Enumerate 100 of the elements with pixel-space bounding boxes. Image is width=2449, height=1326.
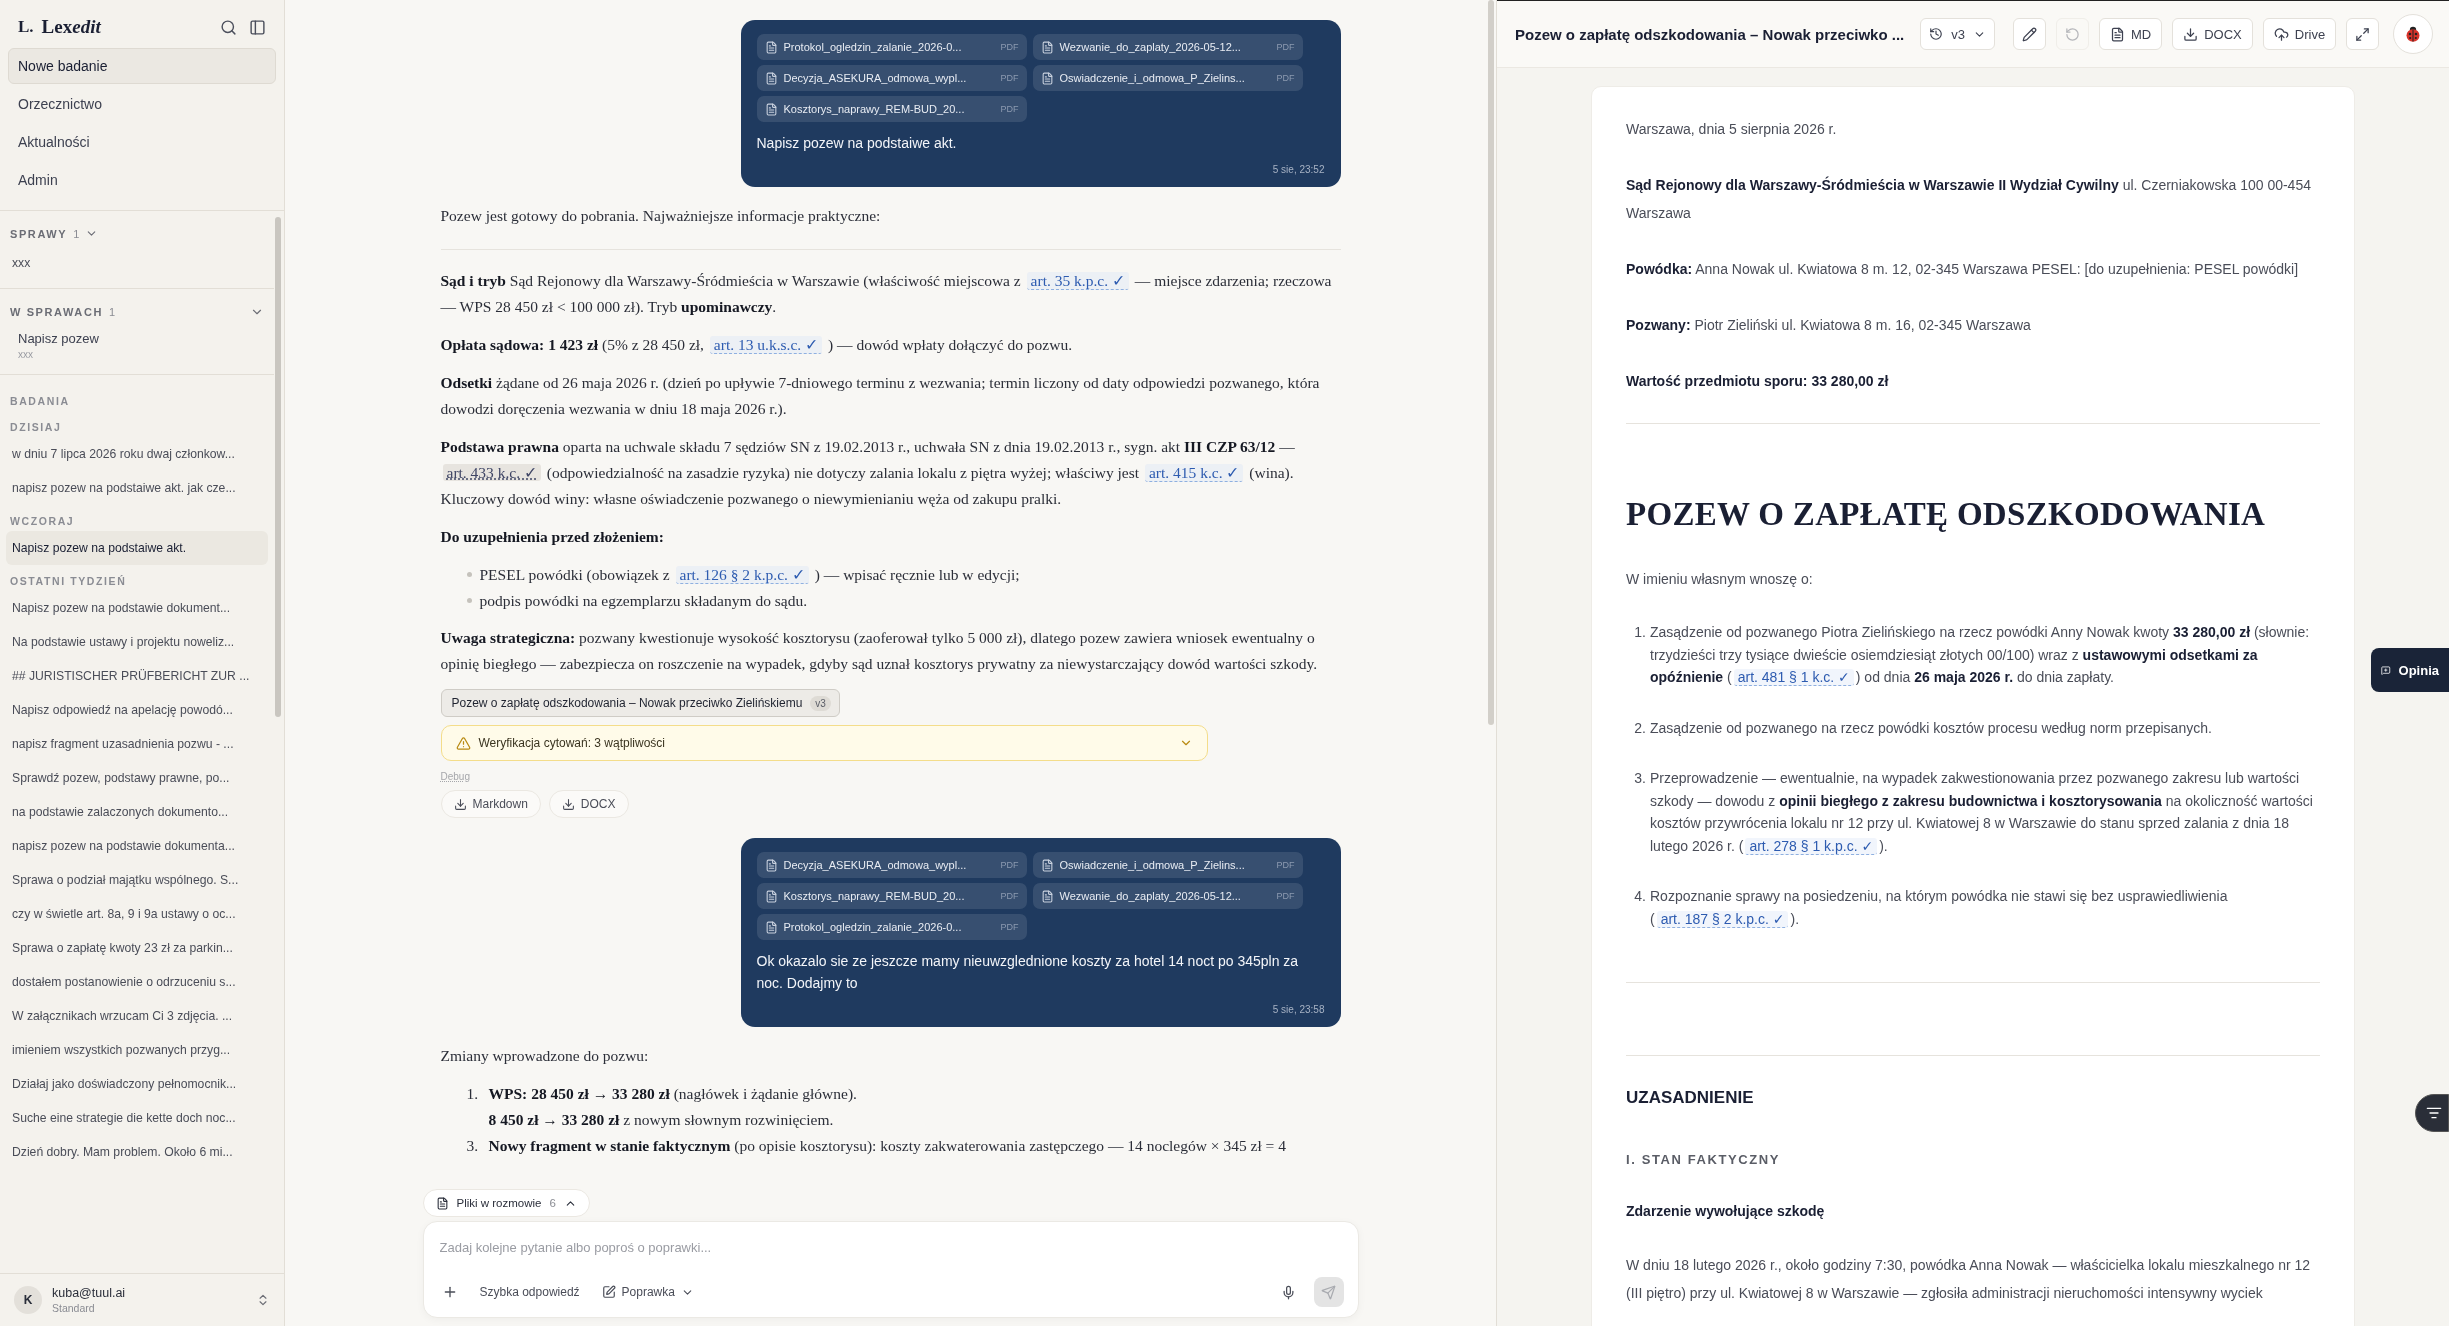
history-item[interactable]: Działaj jako doświadczony pełnomocnik...: [6, 1067, 268, 1101]
history-item[interactable]: w dniu 7 lipca 2026 roku dwaj członkow...: [6, 437, 268, 471]
attachment-chip[interactable]: Wezwanie_do_zaplaty_2026-05-12... PDF: [1032, 34, 1303, 60]
edit-button[interactable]: [2013, 18, 2046, 50]
message-time: 5 sie, 23:52: [1272, 164, 1325, 175]
section-heading: UZASADNIENIE: [1626, 1088, 1755, 1108]
history-item[interactable]: ## JURISTISCHER PRÜFBERICHT ZUR ...: [6, 659, 268, 693]
undo-icon: [2065, 26, 2080, 42]
history-item[interactable]: imieniem wszystkich pozwanych przyg...: [6, 1033, 268, 1067]
history-item[interactable]: Napisz pozew na podstaiwe akt.: [6, 531, 268, 565]
file-icon: [1040, 889, 1054, 903]
message-time: 5 sie, 23:58: [1272, 1004, 1325, 1015]
bug-report-button[interactable]: [2393, 14, 2434, 54]
subheading: Zdarzenie wywołujące szkodę: [1626, 1203, 1826, 1219]
edit-icon: [601, 1285, 616, 1299]
attachment-chip[interactable]: Oswiadczenie_i_odmowa_P_Zielins... PDF: [1032, 65, 1303, 91]
attachment-chip[interactable]: Wezwanie_do_zaplaty_2026-05-12... PDF: [1032, 883, 1303, 909]
download-button[interactable]: Markdown: [440, 790, 541, 818]
heading: Do uzupełnienia przed złożeniem:: [440, 527, 665, 547]
history-item[interactable]: W załącznikach wrzucam Ci 3 zdjęcia. ...: [6, 999, 268, 1033]
docx-button[interactable]: DOCX: [2172, 18, 2253, 50]
history-item[interactable]: Sprawa o podział majątku wspólnego. S...: [6, 863, 268, 897]
download-button[interactable]: DOCX: [548, 790, 629, 818]
file-icon: [764, 889, 778, 903]
citation-link[interactable]: art. 481 § 1 k.c. ✓: [1733, 669, 1854, 686]
attachment-chip[interactable]: Oswiadczenie_i_odmowa_P_Zielins... PDF: [1032, 852, 1303, 878]
history-item[interactable]: czy w świetle art. 8a, 9 i 9a ustawy o oc...: [6, 897, 268, 931]
paragraph: Sąd Rejonowy dla Warszawy-Śródmieścia w Warszawie II Wydział Cywilny ul. Czerniakowska 100 00-454 Warszawa: [1626, 175, 2312, 223]
attachment-chip[interactable]: Kosztorys_naprawy_REM-BUD_20... PDF: [756, 883, 1027, 909]
files-button[interactable]: Pliki w rozmowie 6: [422, 1189, 590, 1217]
version-dropdown[interactable]: v3: [1920, 18, 1995, 50]
case-item[interactable]: Napisz pozew xxx: [0, 325, 117, 366]
citation-link[interactable]: art. 13 u.k.s.c. ✓: [709, 336, 823, 354]
history-item[interactable]: dostałem postanowienie o odrzuceniu s...: [6, 965, 268, 999]
message-input[interactable]: Zadaj kolejne pytanie albo poproś o poprawki...: [437, 1236, 1344, 1259]
history-item[interactable]: napisz pozew na podstawie dokumenta...: [6, 829, 268, 863]
document-chip[interactable]: Pozew o zapłatę odszkodowania – Nowak przeciwko Zielińskiemu v3: [440, 689, 840, 717]
history-item[interactable]: na podstawie zalaczonych dokumento...: [6, 795, 268, 829]
history-item[interactable]: napisz pozew na podstaiwe akt. jak cze...: [6, 471, 268, 505]
attachment-chip[interactable]: Decyzja_ASEKURA_odmowa_wypl... PDF: [756, 65, 1027, 91]
attachment-chip[interactable]: Protokol_ogledzin_zalanie_2026-0... PDF: [756, 914, 1027, 940]
file-icon: [764, 71, 778, 85]
message-text: Napisz pozew na podstaiwe akt.: [756, 134, 958, 153]
citation-link[interactable]: art. 35 k.p.c. ✓: [1026, 272, 1129, 290]
history-item[interactable]: Na podstawie ustawy i projektu noweliz...: [6, 625, 268, 659]
document-title: POZEW O ZAPŁATĘ ODSZKODOWANIA: [1626, 496, 2267, 533]
quick-reply-button[interactable]: Szybka odpowiedź: [475, 1281, 584, 1303]
citation-link[interactable]: art. 415 k.c. ✓: [1144, 464, 1244, 482]
citation-link[interactable]: art. 433 k.c. ✓: [442, 464, 541, 481]
section-label: BADANIA: [9, 394, 71, 409]
scrollbar[interactable]: [275, 217, 281, 717]
paragraph: Odsetki żądane od 26 maja 2026 r. (dzień po upływie 7-dniowego terminu z wezwania; termin liczony od daty odpowiedzi pozwanego, która dowodzi doręczenia wezwania w dniu 18 maja 2026 r.).: [440, 373, 1321, 419]
attachment-chip[interactable]: Kosztorys_naprawy_REM-BUD_20... PDF: [756, 96, 1027, 122]
verification-banner[interactable]: Weryfikacja cytowań: 3 wątpliwości: [440, 725, 1208, 761]
list-item: Rozpoznanie sprawy na posiedzeniu, na którym powódka nie stawi się bez usprawiedliwienia ( art. 187 § 2 k.p.c. ✓ ).: [1650, 887, 2229, 930]
history-item[interactable]: Sprawdź pozew, podstawy prawne, po...: [6, 761, 268, 795]
paragraph: W dniu 18 lutego 2026 r., około godziny 7:30, powódka Anna Nowak — właścicielka lokalu mieszkalnego nr 12 (III piętro) przy ul. Kwiatowej 8 w Warszawie — zgłosiła administracji nieruchomości intensywny wyciek: [1626, 1256, 2312, 1303]
bullet-icon: [466, 598, 472, 603]
file-icon: [764, 920, 778, 934]
paragraph: Zmiany wprowadzone do pozwu:: [440, 1046, 650, 1066]
outline-button[interactable]: [2415, 1094, 2449, 1132]
list-item: PESEL powódki (obowiązek z art. 126 § 2 k.p.c. ✓ ) — wpisać ręcznie lub w edycji;: [479, 565, 1021, 586]
item-number: 2.: [1633, 719, 1646, 736]
history-item[interactable]: Napisz odpowiedź na apelację powodó...: [6, 693, 268, 727]
history-item[interactable]: Dzień dobry. Mam problem. Około 6 mi...: [6, 1135, 268, 1169]
mode-dropdown[interactable]: Poprawka: [597, 1281, 698, 1303]
nav-item[interactable]: Aktualności: [8, 124, 276, 160]
drive-button[interactable]: Drive: [2262, 18, 2337, 50]
expand-button[interactable]: [2346, 18, 2380, 50]
expand-icon: [2355, 26, 2371, 42]
file-icon: [764, 858, 778, 872]
paragraph: Uwaga strategiczna: pozwany kwestionuje wysokość kosztorysu (zaoferował tylko 5 000 zł), dlatego pozew zawiera wniosek ewentualny o opinię biegłego — zabezpiecza on roszczenie na wypadek, gdyby sąd uznał kosztorys prywatny za niewystarczający dowód wartości szkody.: [440, 628, 1319, 674]
citation-link[interactable]: art. 278 § 1 k.p.c. ✓: [1745, 837, 1878, 855]
nav-item[interactable]: Orzecznictwo: [8, 86, 276, 122]
md-export-button[interactable]: MD: [2099, 18, 2163, 50]
history-item[interactable]: Napisz pozew na podstawie dokument...: [6, 591, 268, 625]
history-item[interactable]: napisz fragment uzasadnienia pozwu - ...: [6, 727, 268, 761]
history-item[interactable]: Suche eine strategie die kette doch noc...: [6, 1101, 268, 1135]
paragraph: Podstawa prawna oparta na uchwale składu 7 sędziów SN z 19.02.2013 r., uchwała SN z dnia 19.02.2013 r., sygn. akt III CZP 63/12 — art. 433 k.c. ✓ (odpowiedzialność na zasadzie ryzyka) nie dotyczy zalania lokalu z piętra wyżej; właściwy jest art. 415 k.c. ✓ (wina). Kluczowy dowód winy: własne oświadczenie pozwanego o niewymienianiu węża od zakupu pralki.: [440, 437, 1296, 509]
attachment-chip[interactable]: Decyzja_ASEKURA_odmowa_wypl... PDF: [756, 852, 1027, 878]
history-icon: [1929, 27, 1944, 41]
section-toggle[interactable]: W SPRAWACH 1: [0, 299, 274, 325]
history-item[interactable]: Sprawa o zapłatę kwoty 23 zł za parkin...: [6, 931, 268, 965]
file-icon: [1040, 71, 1054, 85]
citation-link[interactable]: art. 126 § 2 k.p.c. ✓: [675, 566, 809, 584]
cloud-upload-icon: [2273, 26, 2289, 42]
case-item[interactable]: xxx: [6, 246, 268, 280]
nav-item[interactable]: Nowe badanie: [8, 48, 276, 84]
nav-item[interactable]: Admin: [8, 162, 276, 198]
account-switcher[interactable]: K kuba@tuul.ai Standard: [0, 1273, 284, 1326]
scrollbar[interactable]: [1488, 0, 1494, 725]
list-item: podpis powódki na egzemplarzu składanym do sądu.: [479, 591, 809, 611]
file-icon: [435, 1196, 449, 1210]
citation-link[interactable]: art. 187 § 2 k.p.c. ✓: [1656, 910, 1789, 928]
feedback-button[interactable]: Opinia: [2371, 648, 2449, 692]
section-toggle[interactable]: SPRAWY 1: [0, 221, 274, 246]
item-number: 3.: [466, 1137, 480, 1155]
list-item: Nowy fragment w stanie faktycznym (po opisie kosztorysu): koszty zakwaterowania zastępczego — 14 noclegów × 345 zł = 4: [488, 1136, 1287, 1156]
attachment-chip[interactable]: Protokol_ogledzin_zalanie_2026-0... PDF: [756, 34, 1027, 60]
logo-name: Lexedit: [41, 16, 103, 38]
